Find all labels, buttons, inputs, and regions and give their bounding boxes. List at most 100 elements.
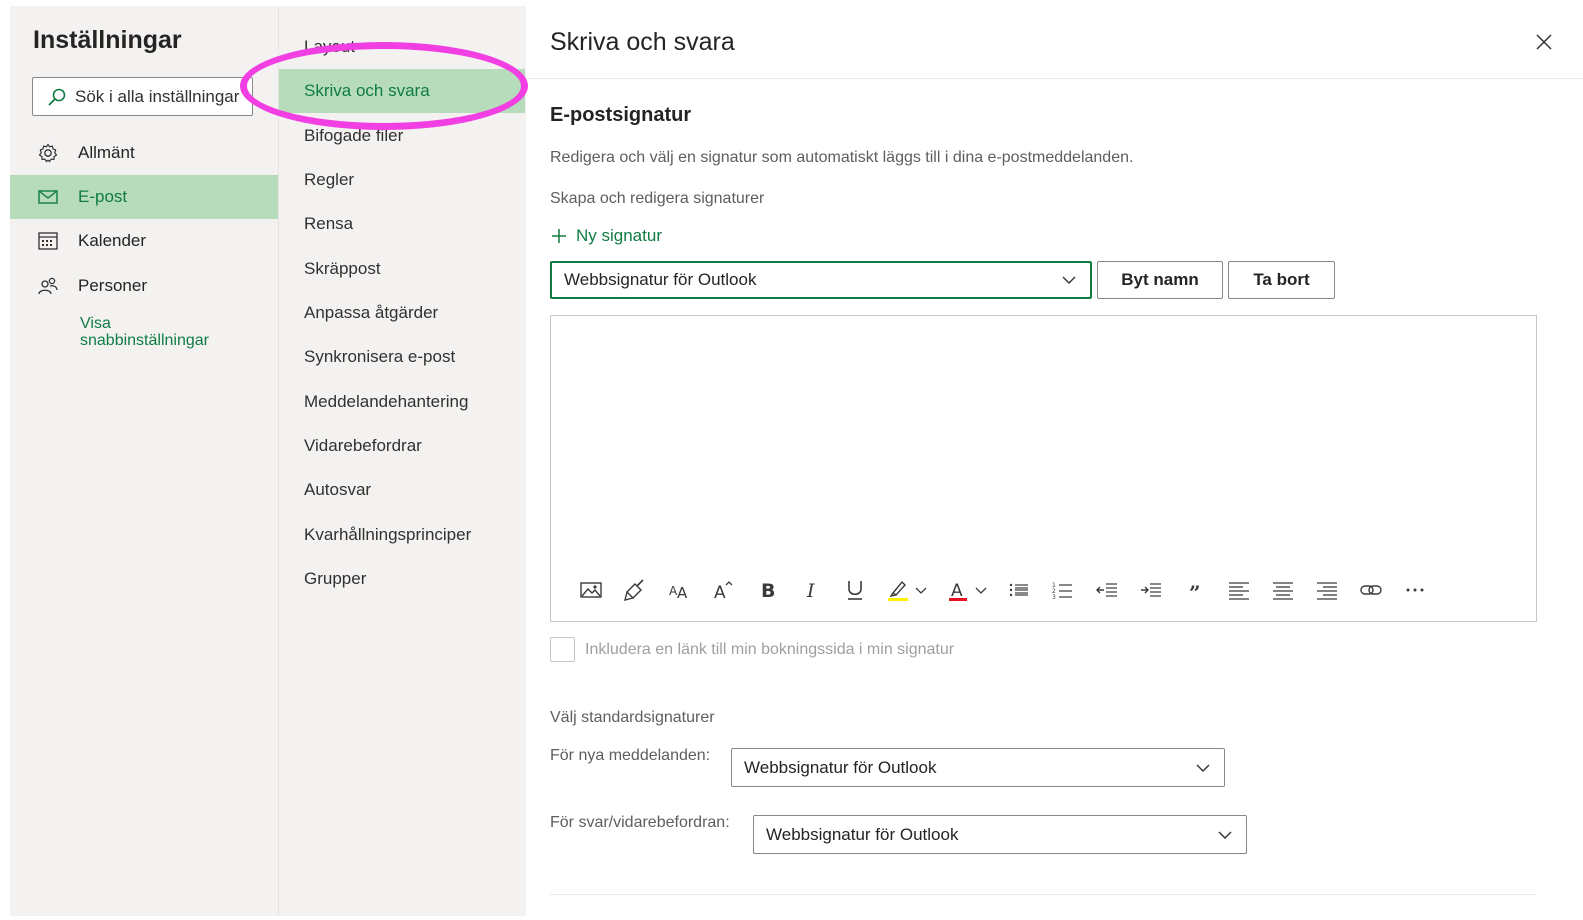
italic-button[interactable]: I [789,575,833,605]
nav-item-general[interactable]: Allmänt [10,131,278,175]
svg-text:A: A [714,583,726,602]
rename-button[interactable]: Byt namn [1097,261,1223,299]
divider [550,894,1537,895]
replies-signature-select[interactable]: Webbsignatur för Outlook [753,815,1247,854]
svg-text:”: ” [1189,581,1201,602]
highlight-button[interactable] [877,575,937,605]
decrease-indent-icon [1096,583,1117,597]
nav-item-label: Grupper [304,569,367,588]
decrease-indent-button[interactable] [1085,575,1129,605]
bold-button[interactable]: B [745,575,789,605]
svg-text:A: A [677,584,688,602]
select-value: Webbsignatur för Outlook [744,757,937,777]
close-icon [1536,34,1552,50]
nav-item-label: Synkronisera e-post [304,347,456,366]
plus-icon [552,229,566,243]
highlight-icon [888,580,908,601]
settings-title: Inställningar [33,26,182,54]
font-size-button[interactable]: AA [657,575,701,605]
quote-button[interactable]: ” [1173,575,1217,605]
nav-item-retention-policies[interactable]: Kvarhållningsprinciper [279,513,525,557]
nav-item-sync-email[interactable]: Synkronisera e-post [279,335,525,379]
nav-item-label: Regler [304,170,355,189]
quick-settings-link[interactable]: Visa snabbinställningar [80,315,260,349]
nav-item-people[interactable]: Personer [10,264,278,308]
numbering-button[interactable]: 123 [1041,575,1085,605]
nav-item-calendar[interactable]: Kalender [10,219,278,263]
chevron-down-icon [1062,276,1076,284]
underline-button[interactable] [833,575,877,605]
booking-link-label: Inkludera en länk till min bokningssida … [585,640,955,658]
people-icon [37,275,59,297]
nav-item-label: Allmänt [78,143,135,162]
new-messages-signature-select[interactable]: Webbsignatur för Outlook [731,748,1225,787]
bullets-button[interactable] [997,575,1041,605]
nav-item-label: Bifogade filer [304,126,404,145]
insert-image-button[interactable] [569,575,613,605]
align-left-icon [1229,582,1249,600]
increase-indent-button[interactable] [1129,575,1173,605]
signature-editor[interactable]: AA A B I A 1 2 3 ” [550,315,1537,622]
nav-item-message-handling[interactable]: Meddelandehantering [279,380,525,424]
nav-item-forwarding[interactable]: Vidarebefordrar [279,424,525,468]
settings-nav-pane: Inställningar Sök i alla inställningar A… [10,6,278,916]
nav-item-auto-replies[interactable]: Autosvar [279,468,525,512]
nav-item-email[interactable]: E-post [10,175,278,219]
delete-button[interactable]: Ta bort [1228,261,1335,299]
bold-icon: B [761,580,775,602]
insert-link-button[interactable] [1349,575,1393,605]
nav-item-sweep[interactable]: Rensa [279,202,525,246]
panel-title: Skriva och svara [550,28,735,56]
svg-text:3: 3 [1052,594,1056,601]
nav-item-layout[interactable]: Layout [279,25,525,69]
booking-link-checkbox[interactable] [550,637,575,662]
search-icon [48,88,66,105]
nav-item-label: Autosvar [304,480,372,499]
nav-item-label: Kalender [78,231,147,250]
chevron-down-icon [1218,831,1232,839]
chevron-down-icon [1196,764,1210,772]
close-button[interactable] [1532,30,1556,54]
nav-item-compose-reply[interactable]: Skriva och svara [279,69,525,113]
nav-item-attachments[interactable]: Bifogade filer [279,114,525,158]
more-options-button[interactable] [1393,575,1437,605]
default-signatures-heading: Välj standardsignaturer [550,709,715,726]
nav-item-rules[interactable]: Regler [279,158,525,202]
align-center-button[interactable] [1261,575,1305,605]
calendar-icon [37,230,59,252]
format-painter-button[interactable] [613,575,657,605]
settings-search-input[interactable]: Sök i alla inställningar [32,77,253,116]
nav-item-label: Skräppost [304,259,381,278]
email-settings-nav: Layout Skriva och svara Bifogade filer R… [278,6,526,916]
nav-item-junk[interactable]: Skräppost [279,247,525,291]
nav-item-label: Skriva och svara [304,81,430,100]
font-size-icon: AA [669,584,688,602]
align-right-button[interactable] [1305,575,1349,605]
chevron-down-icon [975,587,987,594]
nav-item-groups[interactable]: Grupper [279,557,525,601]
nav-item-label: Layout [304,37,356,56]
nav-item-label: E-post [78,187,128,206]
nav-item-label: Personer [78,276,147,295]
booking-link-option: Inkludera en länk till min bokningssida … [550,637,954,662]
gear-icon [37,142,59,164]
format-painter-icon [624,579,644,601]
font-color-button[interactable]: A [937,575,997,605]
svg-text:I: I [806,580,815,602]
align-left-button[interactable] [1217,575,1261,605]
mail-icon [37,186,59,208]
section-description: Redigera och välj en signatur som automa… [550,149,1134,166]
image-icon [580,582,602,598]
nav-item-label: Meddelandehantering [304,392,469,411]
signature-select[interactable]: Webbsignatur för Outlook [550,261,1092,299]
bullets-icon [1009,583,1028,597]
grow-font-button[interactable]: A [701,575,745,605]
svg-text:B: B [761,580,775,602]
new-messages-label: För nya meddelanden: [550,747,711,764]
new-signature-button[interactable]: Ny signatur [550,226,662,246]
increase-indent-icon [1141,583,1161,597]
create-signatures-label: Skapa och redigera signaturer [550,190,765,207]
search-placeholder: Sök i alla inställningar [75,86,240,106]
quote-icon: ” [1189,581,1201,602]
nav-item-customize-actions[interactable]: Anpassa åtgärder [279,291,525,335]
